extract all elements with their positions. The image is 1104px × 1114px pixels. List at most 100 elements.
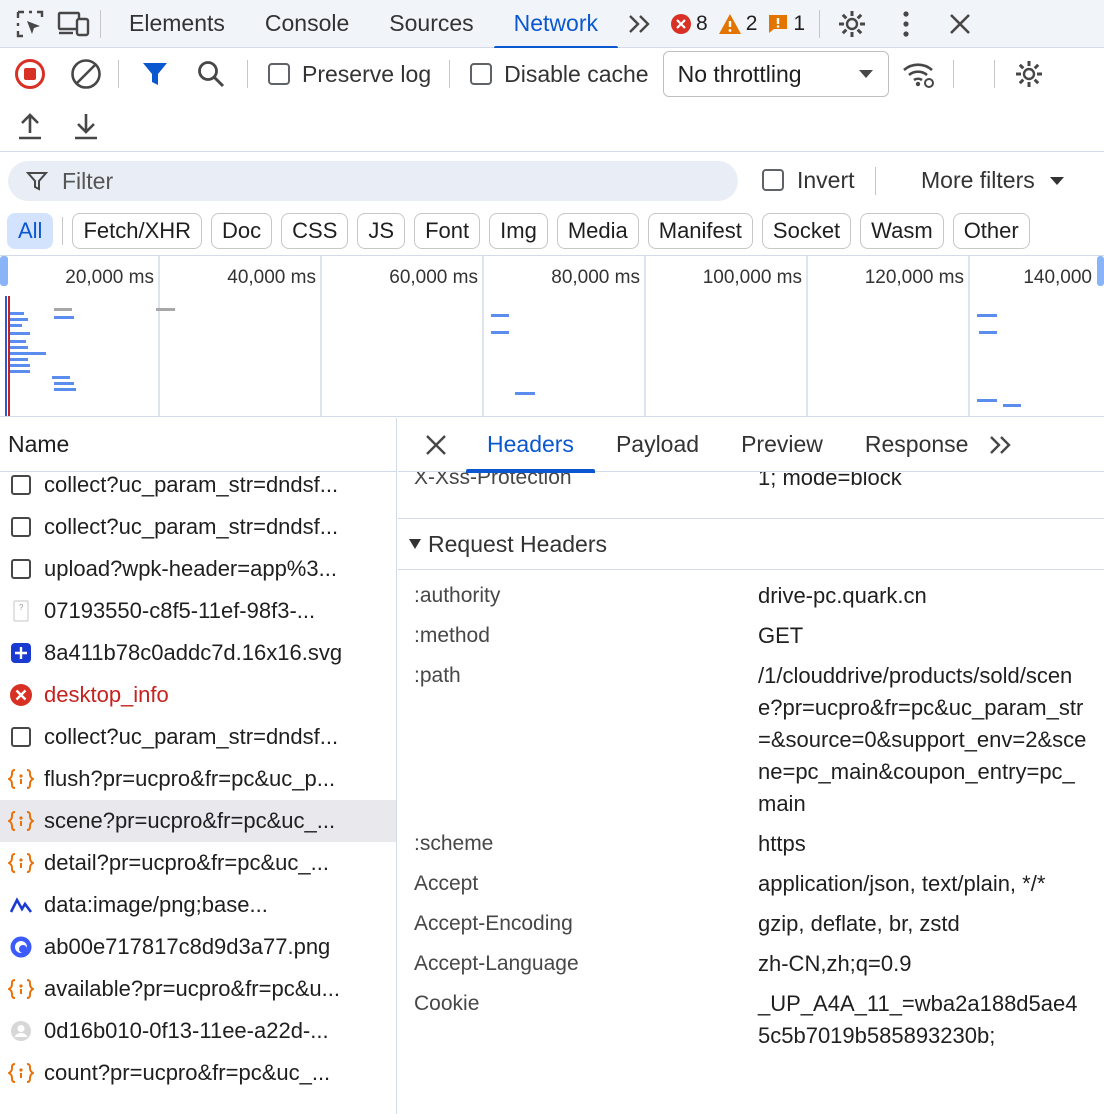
clear-icon[interactable] bbox=[64, 52, 108, 96]
timeline-range-handle-right[interactable] bbox=[1097, 256, 1104, 286]
import-har-upload-icon[interactable] bbox=[8, 104, 52, 148]
header-key: :authority bbox=[414, 584, 501, 607]
divider bbox=[875, 167, 876, 195]
request-name: flush?pr=ucpro&fr=pc&uc_p... bbox=[44, 766, 336, 791]
error-count: 8 bbox=[696, 11, 708, 35]
issue-icon bbox=[769, 14, 788, 33]
issues-count-badge[interactable]: 1 bbox=[767, 12, 805, 36]
close-devtools-icon[interactable] bbox=[938, 2, 982, 46]
request-row[interactable]: upload?wpk-header=app%3... bbox=[0, 548, 396, 590]
request-row[interactable]: data:image/png;base... bbox=[0, 884, 396, 926]
tab-sources[interactable]: Sources bbox=[369, 0, 493, 48]
request-row[interactable]: available?pr=ucpro&fr=pc&u... bbox=[0, 968, 396, 1010]
chip-fetch-xhr[interactable]: Fetch/XHR bbox=[72, 213, 203, 249]
chip-all[interactable]: All bbox=[7, 213, 54, 249]
invert-label: Invert bbox=[797, 167, 855, 193]
invert-checkbox[interactable] bbox=[762, 169, 784, 191]
header-value[interactable]: application/json, text/plain, */* bbox=[758, 868, 1088, 900]
divider bbox=[247, 60, 248, 88]
kebab-menu-icon[interactable] bbox=[884, 2, 928, 46]
timeline-tick-label: 80,000 ms bbox=[551, 267, 640, 288]
request-name: scene?pr=ucpro&fr=pc&uc_... bbox=[44, 808, 336, 833]
chip-img[interactable]: Img bbox=[489, 213, 548, 249]
header-value[interactable]: drive-pc.quark.cn bbox=[758, 580, 1088, 612]
header-key: Accept bbox=[414, 872, 479, 895]
header-key: Accept-Language bbox=[414, 952, 579, 975]
network-settings-gear-icon[interactable] bbox=[1007, 52, 1051, 96]
divider bbox=[993, 60, 995, 88]
preserve-log-checkbox[interactable] bbox=[268, 63, 290, 85]
header-value[interactable]: gzip, deflate, br, zstd bbox=[758, 908, 1088, 940]
dropdown-caret-icon bbox=[1049, 176, 1064, 185]
devtools-tabbar: Elements Console Sources Network 8 2 1 bbox=[0, 0, 1104, 49]
network-overview-timeline[interactable]: 20,000 ms 40,000 ms 60,000 ms 80,000 ms … bbox=[0, 255, 1104, 417]
timeline-tick-label: 120,000 ms bbox=[865, 267, 964, 288]
request-row[interactable]: count?pr=ucpro&fr=pc&uc_... bbox=[0, 1052, 396, 1094]
divider bbox=[449, 60, 451, 88]
close-detail-icon[interactable] bbox=[414, 423, 458, 467]
waterfall-bars bbox=[10, 312, 1021, 407]
settings-gear-icon[interactable] bbox=[830, 2, 874, 46]
resource-type-filters: All Fetch/XHR Doc CSS JS Font Img Media … bbox=[0, 208, 1104, 254]
error-count-badge[interactable]: 8 bbox=[670, 12, 708, 36]
chip-js[interactable]: JS bbox=[357, 213, 406, 249]
timeline-tick-label: 60,000 ms bbox=[389, 267, 478, 288]
chip-wasm[interactable]: Wasm bbox=[860, 213, 944, 249]
request-header-row: Cookie _UP_A4A_11_=wba2a188d5ae45c5b7019b… bbox=[398, 988, 1104, 1052]
header-value[interactable]: /1/clouddrive/products/sold/scene?pr=ucp… bbox=[758, 660, 1088, 820]
export-har-download-icon[interactable] bbox=[64, 104, 108, 148]
request-row[interactable]: scene?pr=ucpro&fr=pc&uc_... bbox=[0, 800, 396, 842]
record-stop-icon[interactable] bbox=[8, 52, 52, 96]
request-row[interactable]: ? 07193550-c8f5-11ef-98f3-... bbox=[0, 590, 396, 632]
chip-socket[interactable]: Socket bbox=[761, 213, 852, 249]
chip-other[interactable]: Other bbox=[952, 213, 1030, 249]
tab-payload[interactable]: Payload bbox=[595, 418, 720, 472]
request-row[interactable]: detail?pr=ucpro&fr=pc&uc_... bbox=[0, 842, 396, 884]
divider bbox=[819, 9, 821, 38]
header-value[interactable]: _UP_A4A_11_=wba2a188d5ae45c5b7019b585893… bbox=[758, 988, 1088, 1052]
chip-font[interactable]: Font bbox=[414, 213, 481, 249]
disable-cache-checkbox[interactable] bbox=[470, 63, 493, 85]
tab-network[interactable]: Network bbox=[493, 0, 619, 49]
timeline-range-handle-left[interactable] bbox=[0, 256, 8, 286]
device-toolbar-icon[interactable] bbox=[52, 2, 96, 46]
request-row[interactable]: desktop_info bbox=[0, 674, 396, 716]
tab-elements[interactable]: Elements bbox=[109, 0, 245, 48]
request-row[interactable]: 0d16b010-0f13-11ee-a22d-... bbox=[0, 1010, 396, 1052]
png-icon bbox=[8, 892, 34, 918]
chip-css[interactable]: CSS bbox=[281, 213, 349, 249]
request-row[interactable]: collect?uc_param_str=dndsf... bbox=[0, 506, 396, 548]
header-value[interactable]: zh-CN,zh;q=0.9 bbox=[758, 948, 1088, 980]
tab-console[interactable]: Console bbox=[245, 0, 369, 48]
request-row[interactable]: flush?pr=ucpro&fr=pc&uc_p... bbox=[0, 758, 396, 800]
network-conditions-wifi-icon[interactable] bbox=[897, 52, 941, 96]
divider bbox=[118, 60, 119, 88]
name-column-label: Name bbox=[8, 431, 70, 457]
name-column-header[interactable]: Name bbox=[0, 418, 396, 472]
request-header-row: :method GET bbox=[398, 620, 1104, 652]
chip-manifest[interactable]: Manifest bbox=[647, 213, 753, 249]
tab-response[interactable]: Response bbox=[844, 418, 990, 472]
request-row[interactable]: ab00e717817c8d9d3a77.png bbox=[0, 926, 396, 968]
chip-media[interactable]: Media bbox=[556, 213, 639, 249]
search-icon[interactable] bbox=[189, 52, 233, 96]
more-tabs-chevron-icon[interactable] bbox=[618, 2, 662, 46]
chip-doc[interactable]: Doc bbox=[211, 213, 273, 249]
request-name: data:image/png;base... bbox=[44, 892, 268, 917]
warning-count-badge[interactable]: 2 bbox=[718, 12, 757, 36]
filter-input[interactable]: Filter bbox=[8, 161, 738, 201]
header-value[interactable]: https bbox=[758, 828, 1088, 860]
header-value[interactable]: GET bbox=[758, 620, 1088, 652]
tab-preview[interactable]: Preview bbox=[720, 418, 844, 472]
tab-headers[interactable]: Headers bbox=[466, 418, 595, 473]
request-row[interactable]: collect?uc_param_str=dndsf... bbox=[0, 716, 396, 758]
throttling-select[interactable]: No throttling bbox=[662, 51, 889, 97]
request-detail-pane: X-Xss-Protection 1; mode=block Request H… bbox=[398, 418, 1104, 1114]
request-row[interactable]: 8a411b78c0addc7d.16x16.svg bbox=[0, 632, 396, 674]
detail-tabbar: Headers Payload Preview Response bbox=[398, 418, 1104, 473]
inspect-element-icon[interactable] bbox=[8, 2, 52, 46]
more-filters-dropdown[interactable]: More filters bbox=[921, 167, 1065, 194]
filter-funnel-icon[interactable] bbox=[133, 52, 177, 96]
request-headers-section[interactable]: Request Headers bbox=[398, 518, 1104, 570]
error-icon bbox=[8, 682, 34, 708]
